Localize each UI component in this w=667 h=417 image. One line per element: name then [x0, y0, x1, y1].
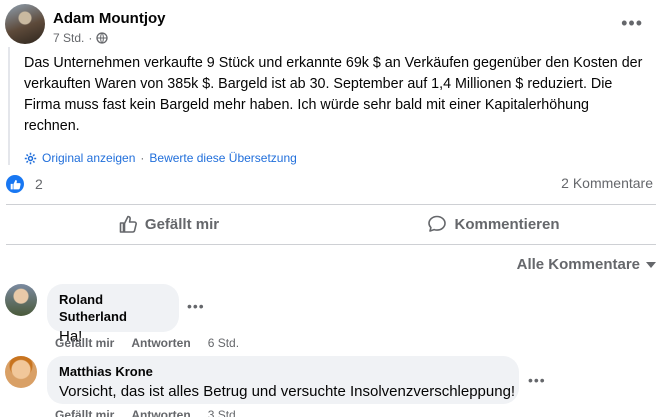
post-more-icon[interactable]: ••• — [621, 14, 643, 32]
like-button-label: Gefällt mir — [144, 215, 220, 233]
comment-count-link[interactable]: 2 Kommentare — [561, 175, 653, 191]
commenter-avatar[interactable] — [5, 356, 37, 388]
comment-text: Vorsicht, das ist alles Betrug und versu… — [59, 383, 516, 400]
reaction-count[interactable]: 2 — [35, 176, 43, 192]
divider-top — [6, 204, 656, 205]
action-bar: Gefällt mir Kommentieren — [6, 206, 656, 242]
post-header: Adam Mountjoy 7 Std. · ••• — [5, 4, 665, 46]
comment-actions: Gefällt mir Antworten 6 Std. — [55, 336, 239, 350]
like-reaction-icon[interactable] — [6, 175, 24, 193]
meta-separator: · — [88, 31, 93, 45]
commenter-avatar[interactable] — [5, 284, 37, 316]
comment-sort-dropdown[interactable]: Alle Kommentare — [517, 256, 656, 273]
post-text: Das Unternehmen verkaufte 9 Stück und er… — [24, 55, 643, 134]
comment-more-icon[interactable]: ••• — [187, 298, 205, 314]
comment-time[interactable]: 6 Std. — [208, 336, 239, 350]
comment-actions: Gefällt mir Antworten 3 Std. — [55, 408, 239, 417]
translation-separator: · — [140, 151, 145, 165]
post-time[interactable]: 7 Std. — [53, 31, 84, 45]
audience-globe-icon[interactable] — [96, 32, 109, 44]
thumbs-up-icon — [118, 214, 138, 234]
reactions-row: 2 2 Kommentare — [6, 173, 656, 195]
comment-like-link[interactable]: Gefällt mir — [55, 336, 114, 350]
author-avatar[interactable] — [5, 4, 45, 44]
rate-translation-link[interactable]: Bewerte diese Übersetzung — [149, 151, 296, 165]
comment-reply-link[interactable]: Antworten — [131, 408, 190, 417]
post-meta: 7 Std. · — [53, 31, 109, 45]
comment-sort-label: Alle Kommentare — [516, 256, 640, 273]
like-button[interactable]: Gefällt mir — [6, 206, 331, 242]
divider-bottom — [6, 244, 656, 245]
comment-more-icon[interactable]: ••• — [528, 372, 546, 388]
author-name[interactable]: Adam Mountjoy — [53, 10, 166, 27]
comment-like-link[interactable]: Gefällt mir — [55, 408, 114, 417]
chevron-down-icon — [646, 261, 656, 268]
show-original-link[interactable]: Original anzeigen — [42, 151, 135, 165]
comment-bubble: Matthias Krone Vorsicht, das ist alles B… — [47, 356, 519, 404]
commenter-name[interactable]: Roland Sutherland — [59, 291, 167, 325]
comment-button[interactable]: Kommentieren — [331, 206, 656, 242]
post-body: Das Unternehmen verkaufte 9 Stück und er… — [8, 47, 648, 165]
comment-time[interactable]: 3 Std. — [208, 408, 239, 417]
translation-row: Original anzeigen · Bewerte diese Überse… — [24, 151, 648, 165]
comment-bubble-icon — [427, 214, 447, 234]
comment-button-label: Kommentieren — [454, 215, 560, 233]
comment-bubble: Roland Sutherland Ha! — [47, 284, 179, 345]
comment-reply-link[interactable]: Antworten — [131, 336, 190, 350]
commenter-name[interactable]: Matthias Krone — [59, 363, 507, 380]
translation-gear-icon — [24, 152, 37, 165]
